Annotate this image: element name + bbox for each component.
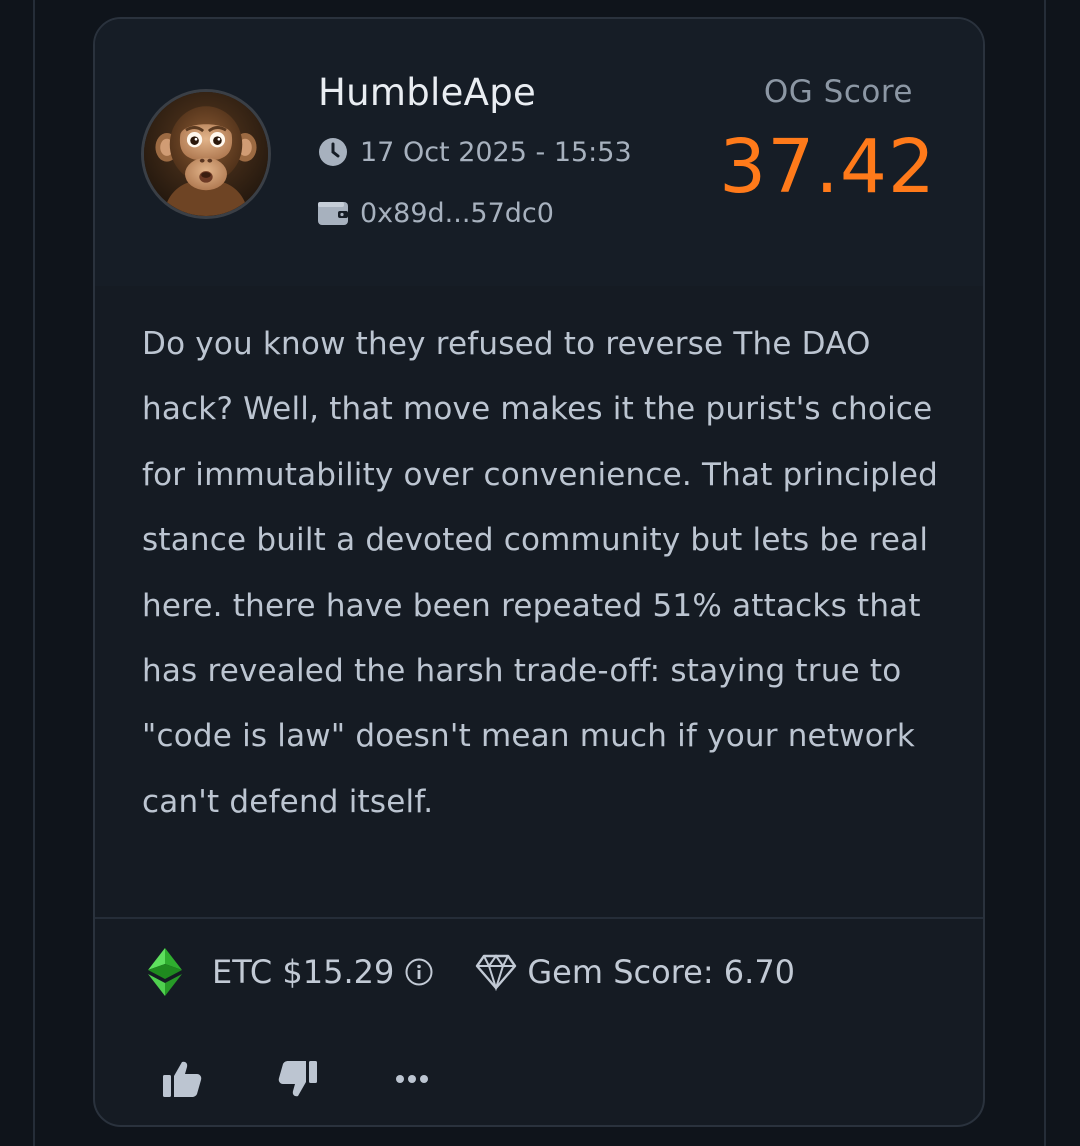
post-body-text: Do you know they refused to reverse The … <box>142 326 938 820</box>
info-icon[interactable] <box>404 957 434 987</box>
thumbs-up-icon <box>163 1061 202 1097</box>
og-score-label: OG Score <box>763 74 913 110</box>
og-score-value: 37.42 <box>719 124 936 210</box>
wallet-address[interactable]: 0x89d...57dc0 <box>360 198 554 229</box>
post-card: HumbleApe 17 Oct 2025 - 15:53 0x89d...57… <box>93 17 985 1127</box>
post-header: HumbleApe 17 Oct 2025 - 15:53 0x89d...57… <box>95 19 983 286</box>
wallet-icon <box>317 197 349 229</box>
page-frame-right-line <box>1044 0 1046 1146</box>
clock-icon <box>317 136 349 168</box>
token-price: ETC $15.29 <box>212 953 395 991</box>
like-button[interactable] <box>157 1056 207 1102</box>
gem-score: Gem Score: 6.70 <box>527 953 796 991</box>
gem-icon <box>476 954 517 991</box>
post-stats-row: ETC $15.29 Gem Score: 6.70 <box>145 947 795 997</box>
dislike-button[interactable] <box>273 1056 323 1102</box>
page-frame-left-line <box>33 0 35 1146</box>
ethereum-classic-icon <box>148 948 182 996</box>
more-options-button[interactable] <box>387 1056 437 1102</box>
wallet-row: 0x89d...57dc0 <box>317 197 554 229</box>
footer-divider <box>95 917 983 919</box>
ape-avatar-image <box>144 92 268 216</box>
thumbs-down-icon <box>278 1061 317 1097</box>
post-actions <box>157 1056 437 1102</box>
username[interactable]: HumbleApe <box>318 71 536 114</box>
post-timestamp-row: 17 Oct 2025 - 15:53 <box>317 136 632 168</box>
avatar[interactable] <box>141 89 271 219</box>
post-timestamp: 17 Oct 2025 - 15:53 <box>360 136 632 168</box>
more-icon <box>396 1075 428 1083</box>
